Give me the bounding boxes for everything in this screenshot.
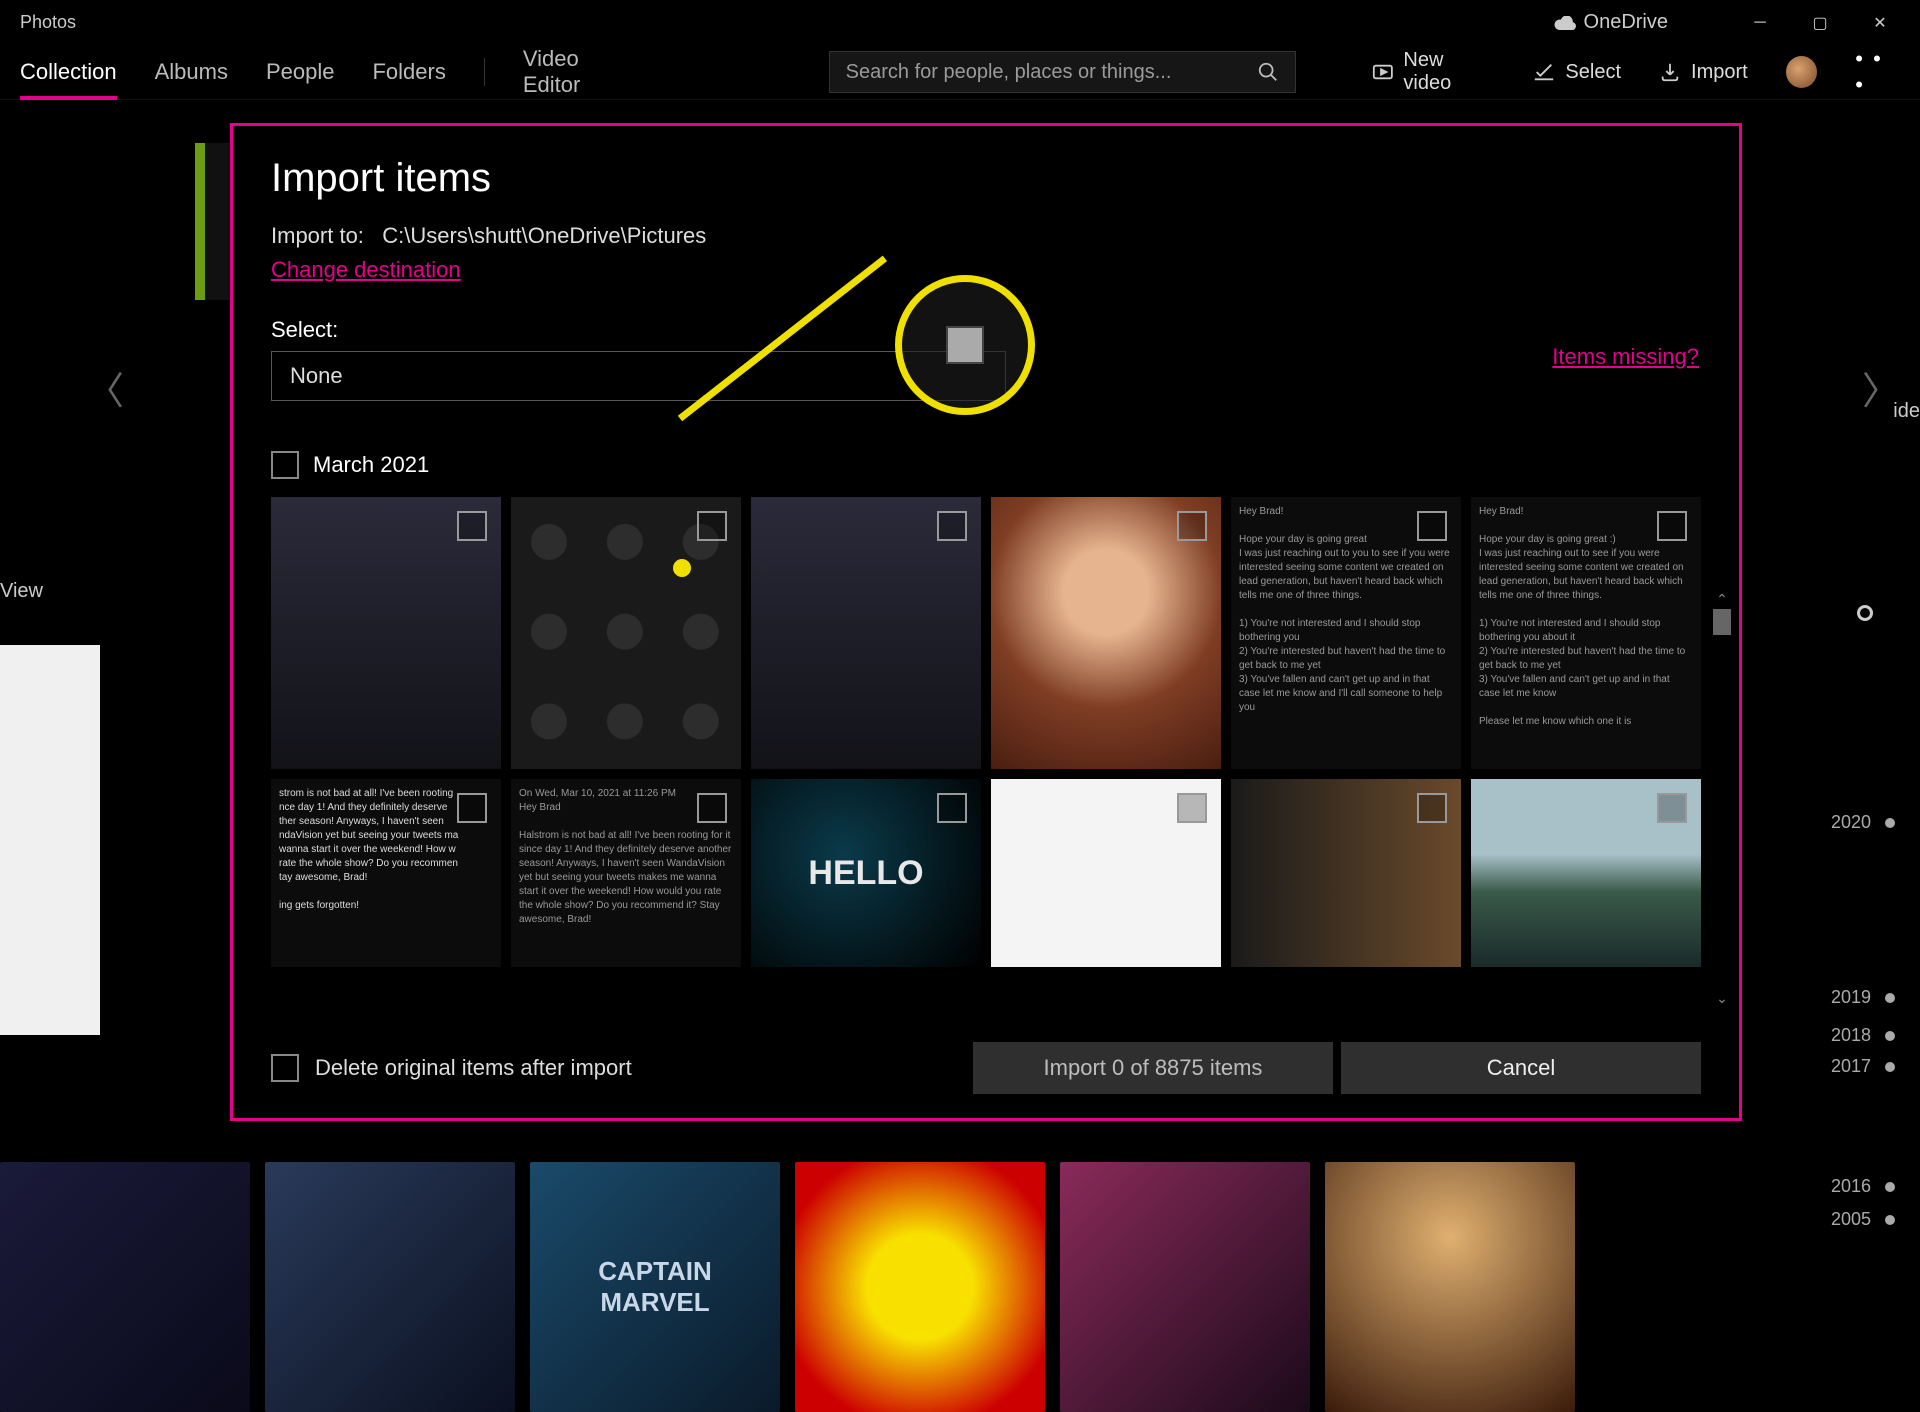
- thumbnail-grid: Hey Brad!Hope your day is going greatI w…: [271, 497, 1701, 967]
- thumb-checkbox[interactable]: [1177, 511, 1207, 541]
- tab-collection[interactable]: Collection: [20, 49, 117, 95]
- tab-albums[interactable]: Albums: [155, 49, 228, 95]
- select-value: None: [290, 363, 343, 389]
- dialog-title: Import items: [271, 156, 1701, 201]
- more-button[interactable]: • • •: [1855, 46, 1900, 98]
- import-confirm-button[interactable]: Import 0 of 8875 items: [973, 1042, 1333, 1094]
- dialog-footer: Delete original items after import Impor…: [271, 1012, 1701, 1094]
- dialog-scrollbar[interactable]: ⌃ ⌄: [1713, 591, 1731, 1008]
- cancel-button[interactable]: Cancel: [1341, 1042, 1701, 1094]
- bg-thumb[interactable]: [1325, 1162, 1575, 1412]
- video-icon: [1372, 61, 1394, 83]
- scroll-thumb[interactable]: [1713, 609, 1731, 635]
- search-icon: [1257, 61, 1279, 83]
- bg-thumb: [0, 645, 100, 1035]
- import-to-label: Import to:: [271, 223, 364, 248]
- thumbnail[interactable]: [1231, 779, 1461, 967]
- bg-view-label: View: [0, 580, 43, 603]
- thumb-checkbox[interactable]: [1657, 793, 1687, 823]
- scroll-down-icon[interactable]: ⌄: [1713, 990, 1731, 1008]
- thumb-checkbox[interactable]: [1657, 511, 1687, 541]
- new-video-label: New video: [1403, 49, 1495, 95]
- timeline-year[interactable]: 2016: [1831, 1176, 1871, 1197]
- select-label: Select: [1565, 61, 1621, 84]
- tab-folders[interactable]: Folders: [372, 49, 445, 95]
- thumb-checkbox[interactable]: [457, 511, 487, 541]
- thumbnail[interactable]: On Wed, Mar 10, 2021 at 11:26 PMHey Brad…: [511, 779, 741, 967]
- timeline-year[interactable]: 2017: [1831, 1056, 1871, 1077]
- search-input[interactable]: [846, 61, 1257, 84]
- thumbnail[interactable]: [511, 497, 741, 769]
- bg-text-ide: ide: [1893, 400, 1920, 423]
- thumbnail[interactable]: [751, 497, 981, 769]
- delete-after-label: Delete original items after import: [315, 1055, 632, 1081]
- carousel-prev[interactable]: 〈: [86, 360, 124, 415]
- window-minimize[interactable]: ─: [1730, 0, 1790, 45]
- import-dialog: Import items Import to: C:\Users\shutt\O…: [230, 123, 1742, 1121]
- titlebar: Photos OneDrive ─ ▢ ✕: [0, 0, 1920, 45]
- bg-thumb[interactable]: [0, 1162, 250, 1412]
- thumbnail[interactable]: strom is not bad at all! I've been rooti…: [271, 779, 501, 967]
- thumbnail[interactable]: Hey Brad!Hope your day is going great :)…: [1471, 497, 1701, 769]
- delete-after-checkbox[interactable]: [271, 1054, 299, 1082]
- thumbnail[interactable]: HELLO: [751, 779, 981, 967]
- user-avatar[interactable]: [1786, 56, 1818, 88]
- app-title: Photos: [20, 12, 76, 33]
- month-label: March 2021: [313, 452, 429, 478]
- tab-people[interactable]: People: [266, 49, 335, 95]
- import-path: C:\Users\shutt\OneDrive\Pictures: [382, 223, 706, 248]
- import-button[interactable]: Import: [1659, 61, 1748, 84]
- thumb-checkbox[interactable]: [1177, 793, 1207, 823]
- thumbnail[interactable]: [1471, 779, 1701, 967]
- window-close[interactable]: ✕: [1850, 0, 1910, 45]
- thumb-checkbox[interactable]: [937, 793, 967, 823]
- thumb-checkbox[interactable]: [697, 793, 727, 823]
- thumbnail[interactable]: [271, 497, 501, 769]
- onedrive-label: OneDrive: [1584, 11, 1668, 34]
- thumb-checkbox[interactable]: [697, 511, 727, 541]
- annotation-checkbox-zoom: [946, 326, 984, 364]
- thumbnail[interactable]: Hey Brad!Hope your day is going greatI w…: [1231, 497, 1461, 769]
- import-icon: [1659, 61, 1681, 83]
- annotation-dot: [673, 559, 691, 577]
- top-nav: Collection Albums People Folders Video E…: [0, 45, 1920, 100]
- thumb-checkbox[interactable]: [937, 511, 967, 541]
- timeline-year[interactable]: 2020: [1831, 812, 1871, 833]
- scroll-up-icon[interactable]: ⌃: [1713, 591, 1731, 609]
- new-video-button[interactable]: New video: [1372, 49, 1496, 95]
- tab-video-editor[interactable]: Video Editor: [523, 36, 641, 108]
- timeline-year[interactable]: 2018: [1831, 1025, 1871, 1046]
- thumbnail[interactable]: [991, 497, 1221, 769]
- bg-thumb[interactable]: [1060, 1162, 1310, 1412]
- items-missing-link[interactable]: Items missing?: [1552, 344, 1699, 370]
- thumb-checkbox[interactable]: [457, 793, 487, 823]
- import-label: Import: [1691, 61, 1748, 84]
- nav-divider: [484, 58, 485, 86]
- onedrive-status[interactable]: OneDrive: [1554, 11, 1668, 34]
- select-button[interactable]: Select: [1533, 61, 1621, 84]
- annotation-circle: [895, 275, 1035, 415]
- search-box[interactable]: [829, 51, 1296, 93]
- thumb-checkbox[interactable]: [1417, 511, 1447, 541]
- bg-thumb[interactable]: CAPTAINMARVEL: [530, 1162, 780, 1412]
- bg-thumb[interactable]: [265, 1162, 515, 1412]
- bg-thumb[interactable]: [795, 1162, 1045, 1412]
- thumbnail[interactable]: [991, 779, 1221, 967]
- year-timeline[interactable]: 2020 2019 2018 2017 2016 2005: [1831, 610, 1895, 1230]
- select-icon: [1533, 61, 1555, 83]
- timeline-current-marker[interactable]: [1857, 605, 1873, 621]
- month-checkbox[interactable]: [271, 451, 299, 479]
- window-maximize[interactable]: ▢: [1790, 0, 1850, 45]
- timeline-year[interactable]: 2005: [1831, 1209, 1871, 1230]
- thumb-checkbox[interactable]: [1417, 793, 1447, 823]
- cloud-icon: [1554, 16, 1576, 30]
- hello-text: HELLO: [808, 854, 923, 893]
- timeline-year[interactable]: 2019: [1831, 987, 1871, 1008]
